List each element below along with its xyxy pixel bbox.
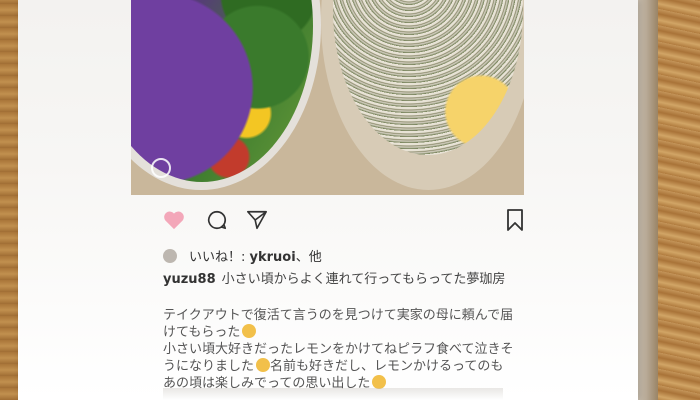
likes-summary: いいね！: ykruoi、他 [163, 246, 322, 265]
smile-emoji-icon [242, 324, 257, 338]
post-photo [131, 0, 524, 195]
body-line: 名前も好きだし、レモンかけるってのも [270, 359, 504, 374]
teary-emoji-icon [256, 358, 271, 372]
post-caption: yuzu88 小さい頃からよく連れて行ってもらってた夢珈房 [163, 270, 553, 290]
likes-suffix: 、他 [295, 250, 322, 265]
body-line: 小さい頃大好きだったレモンをかけてねピラフ食べて泣きそ [163, 342, 514, 357]
liker-avatar [163, 249, 177, 263]
comment-icon[interactable] [206, 209, 228, 231]
wood-table-right [652, 0, 700, 400]
post-body: テイクアウトで復活て言うのを見つけて実家の母に頼んで届 けてもらった 小さい頃大… [163, 307, 538, 392]
heart-icon[interactable] [163, 210, 185, 230]
body-line: テイクアウトで復活て言うのを見つけて実家の母に頼んで届 [163, 308, 514, 323]
caption-title: 小さい頃からよく連れて行ってもらってた夢珈房 [221, 272, 506, 287]
cut-off-text [163, 388, 503, 400]
star-eyes-emoji-icon [372, 375, 387, 389]
likes-prefix: いいね！: [189, 250, 250, 265]
likes-username[interactable]: ykruoi [250, 250, 296, 265]
wood-table-left [0, 0, 20, 400]
printed-post-sheet: いいね！: ykruoi、他 yuzu88 小さい頃からよく連れて行ってもらってた… [18, 0, 638, 400]
caption-username[interactable]: yuzu88 [163, 272, 216, 287]
share-icon[interactable] [246, 209, 268, 231]
salad [131, 0, 313, 182]
bookmark-icon[interactable] [506, 209, 524, 231]
body-line: けてもらった [163, 325, 241, 340]
photo-tag-icon [151, 158, 171, 178]
body-line: うになりました [163, 359, 255, 374]
